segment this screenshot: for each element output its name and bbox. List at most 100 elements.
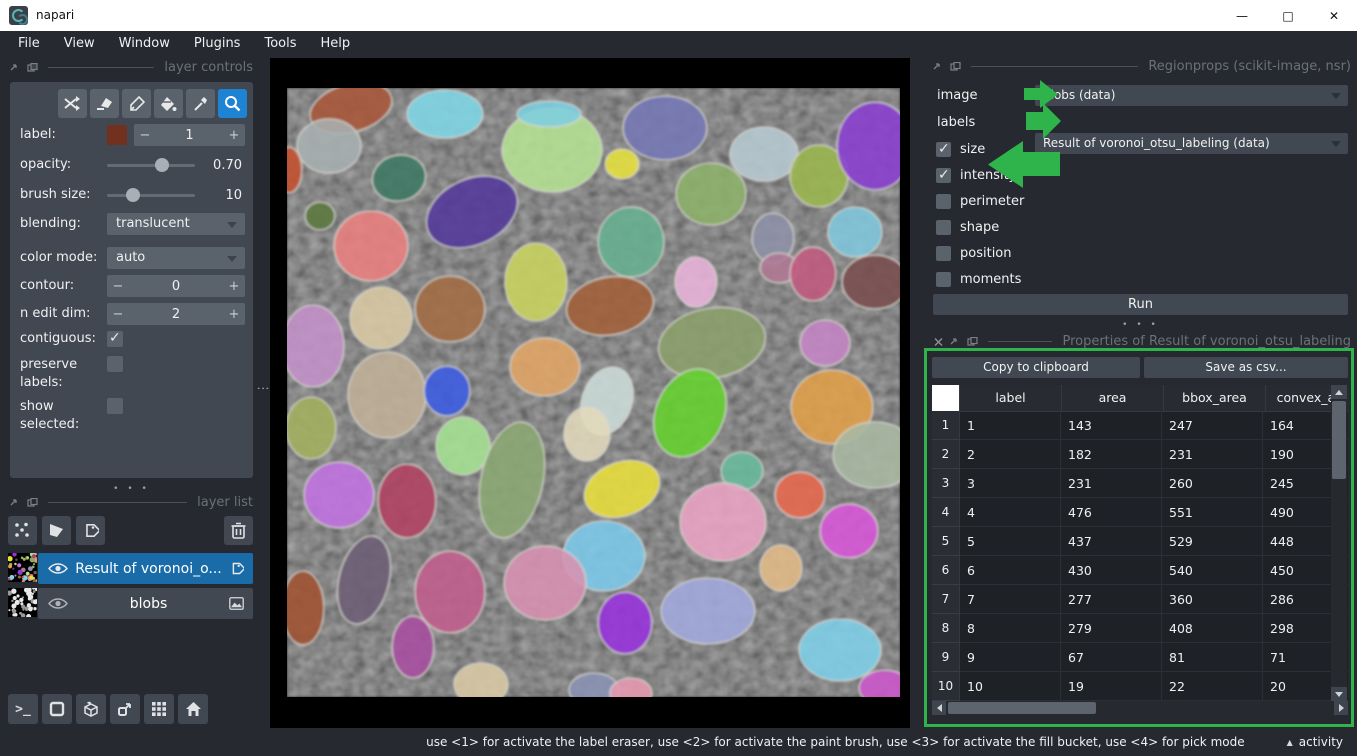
row-index-cell[interactable]: 1	[932, 411, 960, 440]
image-dropdown[interactable]: blobs (data)	[1035, 85, 1348, 106]
row-index-cell[interactable]: 5	[932, 527, 960, 556]
activity-button[interactable]: ▲ activity	[1287, 735, 1343, 749]
row-index-cell[interactable]: 4	[932, 498, 960, 527]
table-cell[interactable]: 551	[1162, 498, 1263, 527]
splitter-handle[interactable]: ⋮	[259, 382, 265, 395]
decrement-button[interactable]: −	[134, 128, 156, 143]
scroll-left-button[interactable]	[932, 701, 946, 715]
preserve-labels-checkbox[interactable]	[107, 356, 123, 372]
shape-checkbox[interactable]	[936, 220, 951, 235]
table-cell[interactable]: 360	[1162, 585, 1263, 614]
console-button[interactable]: >_	[8, 694, 38, 724]
table-cell[interactable]: 231	[1061, 469, 1162, 498]
table-cell[interactable]: 10	[960, 672, 1061, 701]
n-edit-dim-spinbox[interactable]: − 2 +	[107, 303, 245, 325]
moments-checkbox[interactable]	[936, 272, 951, 287]
viewer-canvas[interactable]	[270, 58, 910, 728]
scroll-up-button[interactable]	[1331, 385, 1347, 399]
float-panel-icon[interactable]	[10, 498, 21, 508]
visibility-eye-icon[interactable]	[48, 562, 68, 575]
roll-dimensions-button[interactable]	[76, 694, 106, 724]
table-cell[interactable]: 67	[1061, 643, 1162, 672]
picker-button[interactable]	[186, 89, 215, 118]
float-panel-icon[interactable]	[933, 62, 944, 72]
visibility-eye-icon[interactable]	[48, 597, 68, 610]
row-index-cell[interactable]: 6	[932, 556, 960, 585]
slider-handle[interactable]	[126, 188, 140, 202]
table-cell[interactable]: 476	[1061, 498, 1162, 527]
decrement-button[interactable]: −	[107, 279, 129, 294]
increment-button[interactable]: +	[223, 128, 245, 143]
scroll-right-button[interactable]	[1334, 701, 1348, 715]
color-mode-dropdown[interactable]: auto	[107, 247, 245, 269]
table-cell[interactable]: 7	[960, 585, 1061, 614]
float-panel-icon[interactable]	[950, 337, 961, 347]
float-panel-icon[interactable]	[10, 63, 21, 73]
label-color-swatch[interactable]	[107, 125, 127, 145]
vertical-scrollbar[interactable]	[1331, 385, 1347, 701]
table-cell[interactable]: 540	[1162, 556, 1263, 585]
hide-panel-icon[interactable]	[27, 498, 38, 508]
table-cell[interactable]: 143	[1061, 411, 1162, 440]
table-cell[interactable]: 182	[1061, 440, 1162, 469]
table-cell[interactable]: 2	[960, 440, 1061, 469]
pan-zoom-button[interactable]	[218, 89, 247, 118]
labels-dropdown[interactable]: Result of voronoi_otsu_labeling (data)	[1035, 133, 1348, 154]
slider-handle[interactable]	[155, 158, 169, 172]
panel-resize-handle[interactable]: • • •	[933, 320, 1348, 330]
row-index-cell[interactable]: 8	[932, 614, 960, 643]
layer-row-voronoi[interactable]: Result of voronoi_o...	[38, 553, 253, 584]
fill-button[interactable]	[154, 89, 183, 118]
table-corner-cell[interactable]	[932, 385, 960, 411]
maximize-button[interactable]: □	[1265, 0, 1311, 31]
intensity-checkbox[interactable]	[936, 168, 951, 183]
table-cell[interactable]: 430	[1061, 556, 1162, 585]
grid-view-button[interactable]	[144, 694, 174, 724]
contiguous-checkbox[interactable]	[107, 331, 123, 347]
delete-layer-button[interactable]	[224, 516, 253, 545]
minimize-button[interactable]: —	[1219, 0, 1265, 31]
table-cell[interactable]: 279	[1061, 614, 1162, 643]
table-cell[interactable]: 277	[1061, 585, 1162, 614]
hide-panel-icon[interactable]	[27, 63, 38, 73]
horizontal-scrollbar[interactable]	[932, 701, 1348, 715]
table-cell[interactable]: 9	[960, 643, 1061, 672]
hide-panel-icon[interactable]	[950, 62, 961, 72]
save-as-csv-button[interactable]: Save as csv...	[1144, 357, 1348, 378]
table-cell[interactable]: 529	[1162, 527, 1263, 556]
contour-spinbox[interactable]: − 0 +	[107, 275, 245, 297]
erase-button[interactable]	[90, 89, 119, 118]
run-button[interactable]: Run	[933, 294, 1348, 315]
row-index-cell[interactable]: 9	[932, 643, 960, 672]
brush-size-slider[interactable]	[107, 184, 195, 206]
menu-plugins[interactable]: Plugins	[182, 31, 253, 56]
ndisplay-toggle-button[interactable]	[42, 694, 72, 724]
column-header-label[interactable]: label	[960, 385, 1062, 412]
row-index-cell[interactable]: 2	[932, 440, 960, 469]
table-cell[interactable]: 8	[960, 614, 1061, 643]
paint-button[interactable]	[122, 89, 151, 118]
menu-file[interactable]: File	[6, 31, 52, 56]
table-cell[interactable]: 19	[1061, 672, 1162, 701]
transpose-dimensions-button[interactable]	[110, 694, 140, 724]
copy-to-clipboard-button[interactable]: Copy to clipboard	[932, 357, 1140, 378]
table-cell[interactable]: 3	[960, 469, 1061, 498]
show-selected-checkbox[interactable]	[107, 398, 123, 414]
row-index-cell[interactable]: 3	[932, 469, 960, 498]
table-cell[interactable]: 6	[960, 556, 1061, 585]
table-cell[interactable]: 1	[960, 411, 1061, 440]
table-cell[interactable]: 81	[1162, 643, 1263, 672]
table-cell[interactable]: 247	[1162, 411, 1263, 440]
blending-dropdown[interactable]: translucent	[107, 213, 245, 235]
home-button[interactable]	[178, 694, 208, 724]
column-header-area[interactable]: area	[1062, 385, 1164, 412]
label-spinbox[interactable]: − 1 +	[134, 124, 245, 146]
layer-row-blobs[interactable]: blobs	[38, 588, 253, 619]
table-cell[interactable]: 22	[1162, 672, 1263, 701]
position-checkbox[interactable]	[936, 246, 951, 261]
new-labels-layer-button[interactable]	[76, 516, 105, 545]
menu-window[interactable]: Window	[107, 31, 182, 56]
increment-button[interactable]: +	[223, 307, 245, 322]
menu-help[interactable]: Help	[309, 31, 363, 56]
table-cell[interactable]: 5	[960, 527, 1061, 556]
